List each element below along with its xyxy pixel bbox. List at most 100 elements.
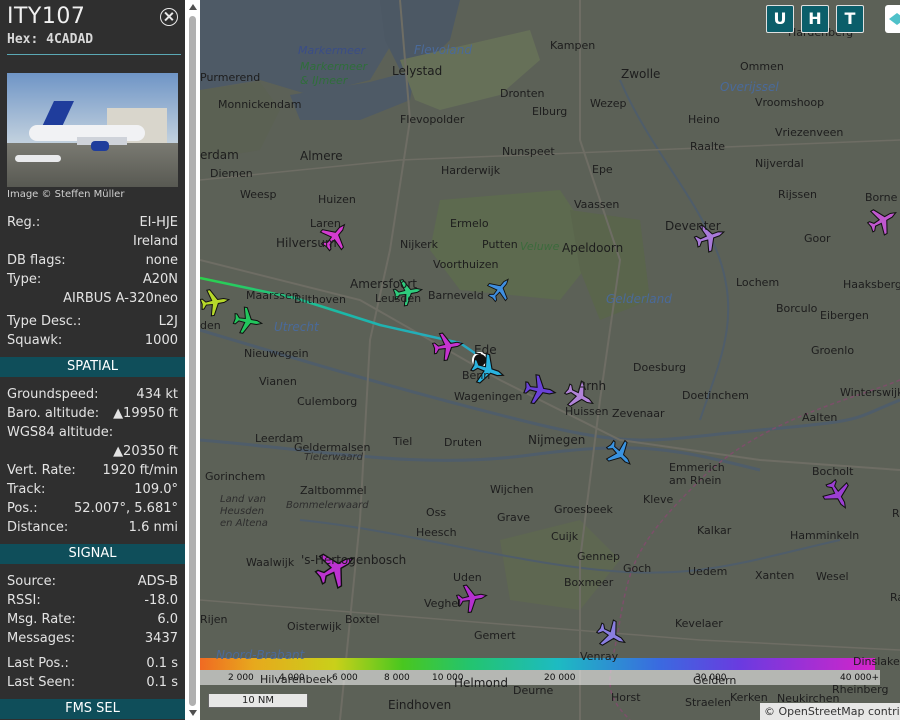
place-label: Gelderland	[606, 292, 672, 306]
track-row: Track: 109.0°	[7, 481, 178, 499]
place-label: Ede	[474, 343, 497, 357]
lastpos-row: Last Pos.: 0.1 s	[7, 655, 178, 673]
t-button[interactable]: T	[836, 5, 864, 33]
scale-bar: 10 NM	[208, 694, 308, 708]
place-label: Ermelo	[450, 217, 489, 230]
place-label: Wijchen	[490, 483, 534, 496]
callsign: ITY107	[7, 4, 86, 29]
place-label: Kleve	[643, 493, 674, 506]
place-label: Straelen	[685, 696, 732, 709]
squawk-row: Squawk: 1000	[7, 332, 178, 350]
place-label: erdam	[200, 148, 239, 162]
place-label: Kalkar	[697, 524, 732, 537]
messages-row: Messages: 3437	[7, 630, 178, 648]
place-label: Vriezenveen	[775, 126, 844, 139]
colorbar-label: 4 000	[279, 673, 305, 683]
place-label: Ra	[890, 591, 900, 604]
place-label: Culemborg	[297, 395, 358, 408]
place-label: Boxmeer	[564, 576, 614, 589]
sidebar-scrollbar[interactable]	[185, 0, 200, 720]
signal-header[interactable]: SIGNAL	[0, 544, 185, 564]
scroll-up-icon[interactable]	[189, 4, 197, 10]
hex-code: 4CADAD	[46, 32, 94, 47]
scroll-down-icon[interactable]	[189, 710, 197, 716]
aircraft-photo[interactable]	[7, 73, 178, 187]
place-label: Rheinberg	[832, 683, 889, 696]
type-full: AIRBUS A-320neo	[63, 291, 178, 306]
place-label: Haaksbergen	[843, 278, 900, 291]
dbflags-value: none	[145, 253, 178, 268]
scroll-thumb[interactable]	[189, 16, 196, 706]
place-label: Voorthuizen	[433, 258, 499, 271]
place-label: Veghel	[424, 597, 462, 610]
track-value: 109.0°	[134, 482, 178, 497]
place-label: Uden	[453, 571, 482, 584]
layers-icon[interactable]	[885, 5, 900, 33]
typedesc-value: L2J	[158, 314, 178, 329]
divider	[7, 54, 181, 55]
place-label: Borculo	[776, 302, 818, 315]
place-label: Eindhoven	[388, 698, 452, 712]
place-label: Boxtel	[345, 613, 380, 626]
u-button[interactable]: U	[766, 5, 794, 33]
place-label: Monnickendam	[218, 98, 302, 111]
place-label: Bommelerwaard	[286, 500, 369, 511]
place-label: Nieuwegein	[244, 347, 309, 360]
place-label: Groenlo	[811, 344, 855, 357]
groundspeed-label: Groundspeed:	[7, 387, 99, 402]
pos-label: Pos.:	[7, 501, 38, 516]
hex-label: Hex:	[7, 32, 39, 47]
place-label: Rijssen	[778, 188, 817, 201]
place-label: Kampen	[550, 39, 596, 52]
place-label: Uedem	[688, 565, 728, 578]
fms-header[interactable]: FMS SEL	[0, 699, 185, 719]
place-label: Weesp	[240, 188, 277, 201]
place-label: den	[200, 319, 221, 332]
place-label: Markermeer	[298, 44, 366, 57]
place-label: Purmerend	[200, 71, 261, 84]
close-icon[interactable]	[160, 8, 178, 26]
registration[interactable]: EI-HJE	[139, 214, 178, 232]
type-label: Type:	[7, 272, 42, 287]
lastseen-value: 0.1 s	[146, 675, 178, 690]
place-label: Vaassen	[574, 198, 620, 211]
type-row: Type: A20N	[7, 271, 178, 289]
aircraft-info-panel: ITY107 Hex: 4CADAD Image © Steffen Mülle…	[0, 0, 185, 720]
place-label: Epe	[592, 163, 613, 176]
place-label: Hilversum	[276, 236, 337, 250]
place-label: Oss	[426, 506, 447, 519]
place-label: Aalten	[802, 411, 838, 424]
place-label: Almere	[300, 149, 343, 163]
map-view[interactable]: Markermeer Markermeer & IJmeer Flevoland…	[200, 0, 900, 720]
place-label: Groesbeek	[554, 503, 613, 516]
vrate-row: Vert. Rate: 1920 ft/min	[7, 462, 178, 480]
reg-row: Reg.: EI-HJE	[7, 214, 178, 232]
distance-label: Distance:	[7, 520, 69, 535]
place-label: Heino	[688, 113, 720, 126]
pos-value: 52.007°, 5.681°	[74, 501, 178, 516]
place-label: Huizen	[318, 193, 356, 206]
colorbar-label: 40 000+	[840, 673, 880, 683]
place-label: Gennep	[577, 550, 620, 563]
attribution[interactable]: © OpenStreetMap contributors	[760, 703, 900, 720]
place-label: Vroomshoop	[755, 96, 825, 109]
place-label: Bocholt	[812, 465, 854, 478]
place-label: Wesel	[816, 570, 849, 583]
place-label: Benn	[462, 369, 491, 382]
colorbar-label: 8 000	[384, 673, 410, 683]
country-row: Ireland	[7, 233, 178, 251]
place-label: Dinslaken	[853, 655, 900, 668]
type-full-row: AIRBUS A-320neo	[7, 290, 178, 308]
place-label: Gorinchem	[205, 470, 266, 483]
place-label: Diemen	[210, 167, 253, 180]
vrate-label: Vert. Rate:	[7, 463, 76, 478]
place-label: Goor	[804, 232, 831, 245]
typedesc-row: Type Desc.: L2J	[7, 313, 178, 331]
place-label: Elburg	[532, 105, 568, 118]
image-credit: Image © Steffen Müller	[7, 189, 125, 200]
place-label: Heesch	[416, 526, 457, 539]
h-button[interactable]: H	[801, 5, 829, 33]
place-label: Nijverdal	[755, 157, 804, 170]
typedesc-label: Type Desc.:	[7, 314, 82, 329]
spatial-header[interactable]: SPATIAL	[0, 357, 185, 377]
